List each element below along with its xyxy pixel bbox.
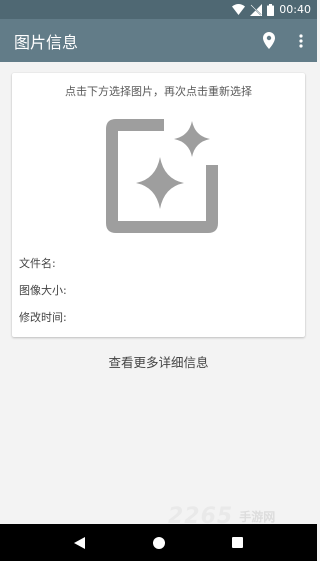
- app-bar: 图片信息: [0, 19, 317, 62]
- add-photo-sparkle-icon[interactable]: [106, 117, 220, 233]
- more-vert-icon[interactable]: [285, 19, 317, 62]
- file-name-row: 文件名:: [19, 255, 58, 271]
- navigation-bar: [0, 524, 317, 561]
- file-name-label: 文件名:: [19, 257, 56, 270]
- image-size-row: 图像大小:: [19, 282, 69, 298]
- location-pin-icon[interactable]: [253, 19, 285, 62]
- modified-time-label: 修改时间:: [19, 311, 67, 324]
- more-details-link[interactable]: 查看更多详细信息: [0, 352, 317, 371]
- home-icon[interactable]: [139, 524, 179, 561]
- modified-time-row: 修改时间:: [19, 309, 69, 325]
- page-title: 图片信息: [14, 32, 79, 52]
- wifi-icon: [232, 4, 246, 15]
- signal-no-sim-icon: [250, 3, 263, 16]
- recents-icon[interactable]: [218, 524, 258, 561]
- status-time: 00:40: [279, 3, 311, 16]
- select-hint-text: 点击下方选择图片，再次点击重新选择: [65, 85, 252, 98]
- back-icon[interactable]: [60, 524, 100, 561]
- image-size-label: 图像大小:: [19, 284, 67, 297]
- image-info-card: 点击下方选择图片，再次点击重新选择 文件名: 图像大小: 修改时间:: [12, 73, 305, 337]
- watermark-text: 手游网: [239, 509, 276, 524]
- status-bar: 00:40: [0, 0, 317, 19]
- battery-icon: [267, 3, 275, 16]
